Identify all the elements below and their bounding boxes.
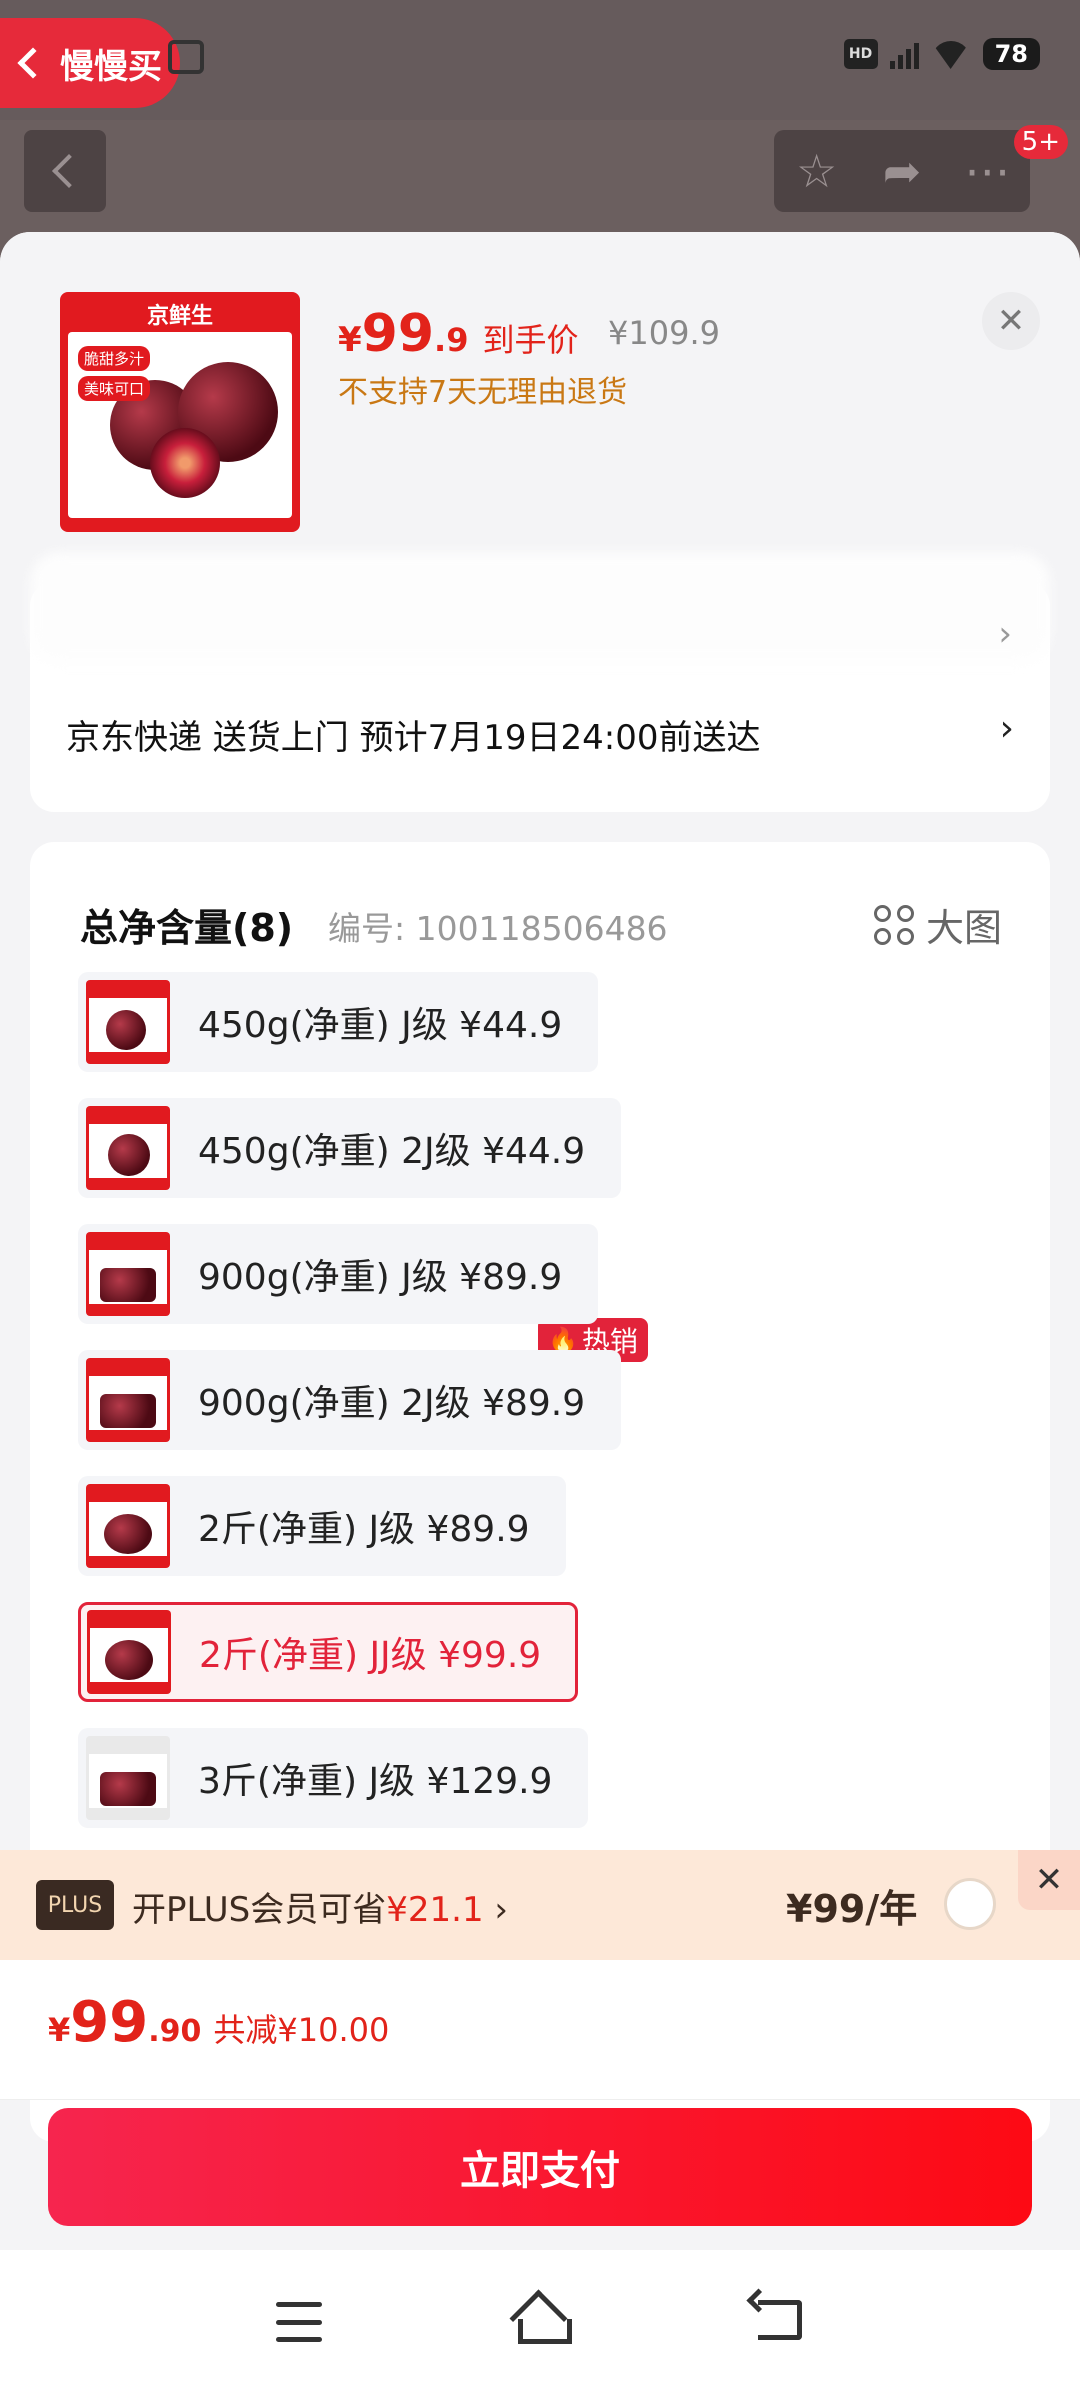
option-label: 450g(净重) 2J级 ¥44.9 [198,1131,586,1172]
option-label: 2斤(净重) J级 ¥89.9 [198,1509,530,1550]
original-price: ¥109.9 [608,314,720,352]
close-button[interactable]: ✕ [982,292,1040,350]
chevron-right-icon: › [483,1890,508,1930]
total-decimal: .90 [148,2014,202,2049]
page-back-button[interactable] [24,130,106,212]
wifi-icon [931,39,971,69]
system-nav-bar [0,2250,1080,2388]
option-thumbnail [86,980,170,1064]
spec-option[interactable]: 900g(净重) 2J级 ¥89.9 [78,1350,622,1450]
plus-promo-amount: ¥21.1 [386,1890,484,1930]
plus-price: ¥99/年 [786,1887,918,1931]
total-saving: 共减¥10.00 [213,2011,390,2049]
back-icon[interactable] [758,2300,802,2340]
total-price: ¥ 99 .90 共减¥10.00 [48,1990,389,2055]
product-code: 编号: 100118506486 [328,909,668,948]
final-price: ¥ 99 .9 到手价 [338,304,578,364]
total-integer: 99 [70,1990,149,2055]
spec-option[interactable]: 2斤(净重) J级 ¥89.9 [78,1476,566,1576]
grid-icon [873,904,914,945]
thumb-tag: 美味可口 [78,376,151,401]
option-thumbnail [86,1106,170,1190]
spec-option[interactable]: 3斤(净重) J级 ¥129.9 [78,1728,589,1828]
option-thumbnail [86,1232,170,1316]
back-app-label: 慢慢买 [60,46,162,87]
plus-promo-text: 开PLUS会员可省¥21.1 › [132,1882,508,1931]
product-thumbnail[interactable]: 京鲜生 脆甜多汁 美味可口 [60,292,300,532]
spec-option[interactable]: 900g(净重) J级 ¥89.9 [78,1224,599,1324]
option-thumbnail [86,1358,170,1442]
more-icon[interactable]: ⋯ [962,144,1012,198]
shipping-info[interactable]: 京东快递 送货上门 预计7月19日24:00前送达 [66,710,761,759]
product-nav-row: ☆ ➦ ⋯ 5+ [0,120,1080,235]
home-icon[interactable] [512,2294,572,2344]
sheet-header: 京鲜生 脆甜多汁 美味可口 ¥ 99 .9 到手价 ¥109.9 不支持7天无理… [0,232,1080,562]
spec-option[interactable]: 450g(净重) 2J级 ¥44.9 [78,1098,622,1198]
option-label: 900g(净重) 2J级 ¥89.9 [198,1383,586,1424]
plus-membership-bar[interactable]: PLUS 开PLUS会员可省¥21.1 › ¥99/年 ✕ [0,1850,1080,1960]
big-picture-label: 大图 [925,906,1002,950]
thumb-tag: 脆甜多汁 [78,346,151,371]
notification-icon [168,40,204,74]
option-label: 450g(净重) J级 ¥44.9 [198,1005,563,1046]
plus-promo-prefix: 开PLUS会员可省 [132,1890,387,1930]
option-thumbnail [86,1484,170,1568]
cherry-image [150,428,220,498]
price-integer: 99 [361,304,435,364]
price-symbol: ¥ [338,320,362,360]
status-bar: 慢慢买 HD 78 [0,0,1080,120]
plus-logo: PLUS [36,1880,114,1930]
address-row-blurred[interactable] [30,552,1050,662]
hd-icon: HD [843,39,878,69]
price-label: 到手价 [482,321,579,359]
delivery-card: › 京东快递 送货上门 预计7月19日24:00前送达 › [30,552,1050,812]
option-label: 3斤(净重) J级 ¥129.9 [198,1761,553,1802]
total-bar: ¥ 99 .90 共减¥10.00 [0,1960,1080,2100]
thumb-brand: 京鲜生 [146,304,213,329]
option-label: 900g(净重) J级 ¥89.9 [198,1257,563,1298]
plus-select-radio[interactable] [944,1878,996,1930]
nav-actions: ☆ ➦ ⋯ [774,130,1030,212]
chevron-left-icon [17,47,49,79]
option-thumbnail [86,1736,170,1820]
thumb-inner: 脆甜多汁 美味可口 [68,332,292,518]
return-policy: 不支持7天无理由退货 [338,375,628,410]
big-picture-button[interactable]: 大图 [873,897,1002,952]
message-badge: 5+ [1013,125,1068,159]
price-decimal: .9 [434,321,469,359]
chevron-right-icon[interactable]: › [998,614,1012,654]
share-icon[interactable]: ➦ [877,144,927,198]
star-icon[interactable]: ☆ [792,144,842,198]
spec-option-selected[interactable]: 2斤(净重) JJ级 ¥99.9 [78,1602,579,1702]
spec-title: 总净含量(8) [80,906,294,950]
status-icons: HD 78 [843,38,1040,70]
chevron-right-icon[interactable]: › [1000,708,1014,749]
signal-icon [889,39,919,69]
back-to-app-button[interactable]: 慢慢买 [0,18,180,108]
total-symbol: ¥ [48,2011,71,2049]
menu-icon[interactable] [276,2302,322,2342]
chevron-left-icon [52,154,86,188]
battery-indicator: 78 [982,38,1040,70]
plus-close-button[interactable]: ✕ [1018,1850,1080,1910]
option-thumbnail [87,1610,171,1694]
pay-now-button[interactable]: 立即支付 [48,2108,1032,2226]
spec-option[interactable]: 450g(净重) J级 ¥44.9 [78,972,599,1072]
option-label: 2斤(净重) JJ级 ¥99.9 [199,1635,542,1676]
